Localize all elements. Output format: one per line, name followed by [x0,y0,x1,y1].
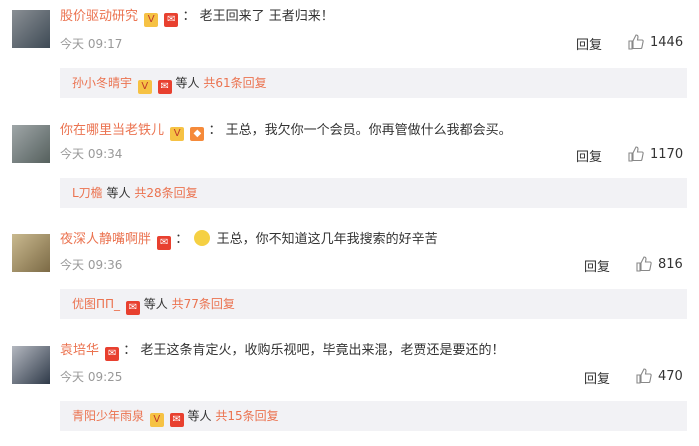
like-count: 1446 [650,35,684,50]
username[interactable]: 股价驱动研究 [60,9,138,24]
reply-users-suffix: 等人 [187,409,212,423]
comment-item: 股价驱动研究 V ✉ ： 老王回来了 王者归来！ 今天 09:17 回复 144… [0,0,699,110]
like-button[interactable]: 470 [636,368,683,384]
like-button[interactable]: 816 [636,256,683,272]
more-replies-link[interactable]: 共28条回复 [134,186,197,200]
colon: ： [208,123,222,138]
comment-line: 袁培华 ✉ ： 老王这条肯定火，收购乐视吧，毕竟出来混，老贾还是要还的！ [60,342,504,361]
comment-text: 王总，我欠你一个会员。你再管做什么我都会买。 [225,123,512,138]
username[interactable]: 夜深人静嘴啊胖 [60,232,151,247]
vip-badge-icon: V [170,127,185,141]
comment-item: 夜深人静嘴啊胖 ✉ ： 王总，你不知道这几年我搜索的好辛苦 今天 09:36 回… [0,222,699,332]
reply-summary[interactable]: L刀檐 等人 共28条回复 [60,178,687,208]
vip-badge-icon: V [144,13,159,27]
vip-badge-icon: V [149,413,164,427]
red-envelope-icon: ✉ [125,301,140,315]
username[interactable]: 你在哪里当老铁儿 [60,123,164,138]
reply-users-suffix: 等人 [106,186,131,200]
more-replies-link[interactable]: 共61条回复 [203,76,266,90]
comment-line: 股价驱动研究 V ✉ ： 老王回来了 王者归来！ [60,8,334,27]
like-count: 816 [658,257,683,272]
like-count: 1170 [650,147,684,162]
comment-time: 今天 09:36 [60,258,123,272]
comment-text: 王总，你不知道这几年我搜索的好辛苦 [216,232,438,247]
reply-users[interactable]: 青阳少年雨泉 [72,409,144,423]
shield-badge-icon: ◆ [190,127,205,141]
comment-time: 今天 09:17 [60,37,123,51]
thumbs-up-icon [636,368,652,384]
red-envelope-icon: ✉ [157,236,172,250]
comment-line: 你在哪里当老铁儿 V ◆ ： 王总，我欠你一个会员。你再管做什么我都会买。 [60,122,512,141]
red-envelope-icon: ✉ [164,13,179,27]
more-replies-link[interactable]: 共15条回复 [215,409,278,423]
reply-users[interactable]: L刀檐 [72,186,103,200]
reply-users-suffix: 等人 [143,297,168,311]
like-button[interactable]: 1170 [628,146,683,162]
thumbs-up-icon [628,34,644,50]
comment-item: 袁培华 ✉ ： 老王这条肯定火，收购乐视吧，毕竟出来混，老贾还是要还的！ 今天 … [0,334,699,446]
reply-summary[interactable]: 孙小冬晴宇 V ✉ 等人 共61条回复 [60,68,687,98]
thumbs-up-icon [636,256,652,272]
like-count: 470 [658,369,683,384]
comment-text: 老王这条肯定火，收购乐视吧，毕竟出来混，老贾还是要还的！ [140,343,505,358]
comment-text: 老王回来了 王者归来！ [199,9,334,24]
like-button[interactable]: 1446 [628,34,683,50]
avatar[interactable] [12,234,50,272]
reply-users[interactable]: 孙小冬晴宇 [72,76,132,90]
more-replies-link[interactable]: 共77条回复 [172,297,235,311]
username[interactable]: 袁培华 [60,343,99,358]
red-envelope-icon: ✉ [169,413,184,427]
comment-time: 今天 09:34 [60,147,123,161]
comment-item: 你在哪里当老铁儿 V ◆ ： 王总，我欠你一个会员。你再管做什么我都会买。 今天… [0,112,699,222]
reply-button[interactable]: 回复 [576,146,602,165]
avatar[interactable] [12,346,50,384]
vip-badge-icon: V [137,80,152,94]
thumbs-up-icon [628,146,644,162]
colon: ： [123,343,137,358]
emoji-icon [194,230,211,246]
red-envelope-icon: ✉ [105,347,120,361]
reply-button[interactable]: 回复 [576,34,602,53]
comment-time: 今天 09:25 [60,370,123,384]
colon: ： [182,9,196,24]
avatar[interactable] [12,125,50,163]
reply-button[interactable]: 回复 [584,368,610,387]
colon: ： [175,232,189,247]
reply-button[interactable]: 回复 [584,256,610,275]
comment-line: 夜深人静嘴啊胖 ✉ ： 王总，你不知道这几年我搜索的好辛苦 [60,230,438,250]
reply-users-suffix: 等人 [175,76,200,90]
reply-summary[interactable]: 青阳少年雨泉 V ✉ 等人 共15条回复 [60,401,687,431]
reply-users[interactable]: 优图ΠΠ_ [72,297,120,311]
avatar[interactable] [12,10,50,48]
red-envelope-icon: ✉ [157,80,172,94]
reply-summary[interactable]: 优图ΠΠ_ ✉ 等人 共77条回复 [60,289,687,319]
